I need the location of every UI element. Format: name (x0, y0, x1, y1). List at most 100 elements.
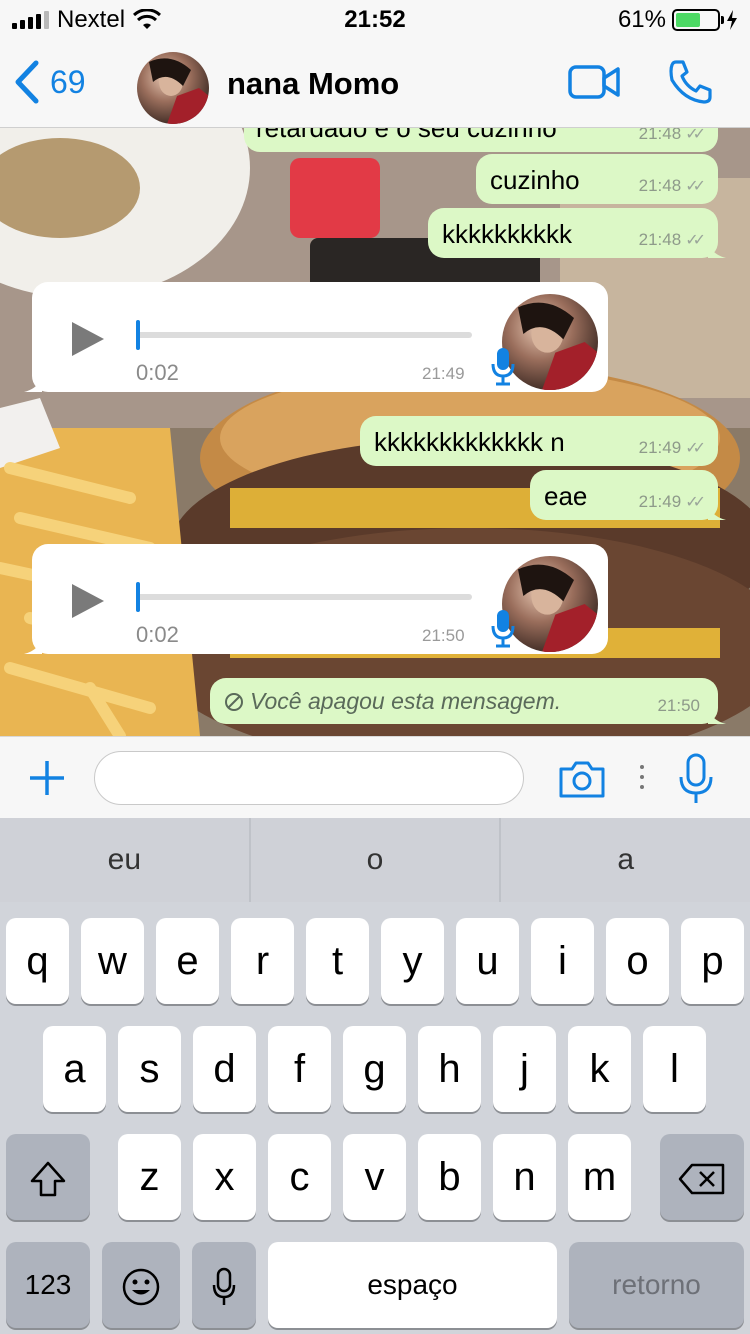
camera-icon[interactable] (558, 759, 606, 799)
message-bubble[interactable]: retardado e o seu cuzinho 21:48 ✓✓ (244, 128, 718, 152)
charging-bolt-icon (727, 10, 737, 30)
key[interactable]: k (568, 1026, 631, 1112)
more-dots-icon (640, 765, 644, 789)
space-key[interactable]: espaço (268, 1242, 557, 1328)
key[interactable]: j (493, 1026, 556, 1112)
microphone-icon (491, 610, 515, 648)
voice-progress-handle[interactable] (136, 320, 140, 350)
play-icon[interactable] (70, 320, 106, 358)
key[interactable]: s (118, 1026, 181, 1112)
deleted-message[interactable]: Você apagou esta mensagem. 21:50 (210, 678, 726, 724)
microphone-icon (212, 1268, 236, 1306)
emoji-key[interactable] (102, 1242, 180, 1328)
suggestion-item[interactable]: o (251, 818, 502, 902)
battery-percent: 61% (617, 6, 666, 33)
play-icon[interactable] (70, 582, 106, 620)
shift-arrow-icon (30, 1162, 66, 1197)
read-ticks-icon: ✓✓ (685, 128, 706, 143)
key[interactable]: b (418, 1134, 481, 1220)
return-key[interactable]: retorno (569, 1242, 744, 1328)
key[interactable]: w (81, 918, 144, 1004)
key[interactable]: p (681, 918, 744, 1004)
message-text: kkkkkkkkkkkkk n (374, 427, 565, 457)
shift-key[interactable] (6, 1134, 90, 1220)
message-bubble[interactable]: kkkkkkkkkkkkk n 21:49 ✓✓ (360, 416, 718, 466)
key[interactable]: i (531, 918, 594, 1004)
status-bar: Nextel 21:52 61% (0, 0, 750, 40)
key[interactable]: y (381, 918, 444, 1004)
key[interactable]: q (6, 918, 69, 1004)
chat-header: 69 nana Momo (0, 40, 750, 128)
key[interactable]: g (343, 1026, 406, 1112)
back-button[interactable]: 69 (14, 60, 86, 104)
battery-icon (672, 9, 724, 31)
key[interactable]: u (456, 918, 519, 1004)
message-time: 21:49 (638, 438, 682, 457)
voice-progress-track[interactable] (136, 594, 472, 600)
plus-icon[interactable] (28, 759, 66, 797)
message-text: cuzinho (490, 165, 580, 195)
key[interactable]: f (268, 1026, 331, 1112)
voice-duration: 0:02 (136, 360, 179, 385)
message-text: Você apagou esta mensagem. (250, 688, 562, 714)
contact-name[interactable]: nana Momo (227, 66, 399, 102)
chevron-left-icon (15, 60, 39, 104)
backspace-icon (678, 1164, 725, 1195)
emoji-icon (122, 1269, 160, 1306)
key[interactable]: o (606, 918, 669, 1004)
phone-call-icon[interactable] (666, 58, 714, 106)
deleted-icon (225, 692, 243, 711)
key[interactable]: r (231, 918, 294, 1004)
microphone-icon (491, 348, 515, 386)
video-call-icon[interactable] (568, 64, 620, 100)
message-bubble[interactable]: cuzinho 21:48 ✓✓ (476, 154, 718, 204)
suggestion-item[interactable]: eu (0, 818, 251, 902)
key[interactable]: e (156, 918, 219, 1004)
message-text: eae (544, 481, 588, 511)
voice-message[interactable]: 0:02 21:50 (24, 544, 608, 654)
microphone-icon[interactable] (678, 753, 714, 805)
key[interactable]: z (118, 1134, 181, 1220)
message-bubble[interactable]: eae 21:49 ✓✓ (530, 470, 726, 520)
keyboard: q w e r t y u i o p a s d f g h j k l z … (0, 902, 750, 1334)
numbers-key[interactable]: 123 (6, 1242, 90, 1328)
chat-thread[interactable]: retardado e o seu cuzinho 21:48 ✓✓ cuzinh… (0, 128, 750, 736)
voice-message[interactable]: 0:02 21:49 (24, 282, 608, 392)
read-ticks-icon: ✓✓ (685, 232, 706, 249)
key[interactable]: n (493, 1134, 556, 1220)
message-time: 21:49 (422, 364, 465, 383)
key[interactable]: d (193, 1026, 256, 1112)
unread-count: 69 (50, 63, 86, 100)
voice-progress-track[interactable] (136, 332, 472, 338)
key[interactable]: v (343, 1134, 406, 1220)
contact-avatar[interactable] (137, 52, 209, 124)
key[interactable]: a (43, 1026, 106, 1112)
message-time: 21:48 (638, 176, 682, 195)
keyboard-suggestions: eu o a (0, 818, 750, 902)
voice-duration: 0:02 (136, 622, 179, 647)
read-ticks-icon: ✓✓ (685, 440, 706, 457)
key[interactable]: l (643, 1026, 706, 1112)
key[interactable]: m (568, 1134, 631, 1220)
message-time: 21:48 (638, 128, 682, 143)
key[interactable]: h (418, 1026, 481, 1112)
sender-avatar (502, 294, 598, 390)
message-text: kkkkkkkkkk (442, 219, 572, 249)
message-time: 21:48 (638, 230, 682, 249)
key[interactable]: x (193, 1134, 256, 1220)
message-bubble[interactable]: kkkkkkkkkk 21:48 ✓✓ (428, 208, 726, 258)
sender-avatar (502, 556, 598, 652)
suggestion-item[interactable]: a (501, 818, 750, 902)
backspace-key[interactable] (660, 1134, 744, 1220)
key[interactable]: t (306, 918, 369, 1004)
message-time: 21:50 (422, 626, 465, 645)
voice-progress-handle[interactable] (136, 582, 140, 612)
dictation-key[interactable] (192, 1242, 256, 1328)
key[interactable]: c (268, 1134, 331, 1220)
message-composer (0, 736, 750, 818)
message-time: 21:50 (657, 696, 700, 715)
read-ticks-icon: ✓✓ (685, 494, 706, 511)
message-text: retardado e o seu cuzinho (256, 128, 557, 143)
message-time: 21:49 (638, 492, 682, 511)
message-input[interactable] (94, 751, 524, 805)
